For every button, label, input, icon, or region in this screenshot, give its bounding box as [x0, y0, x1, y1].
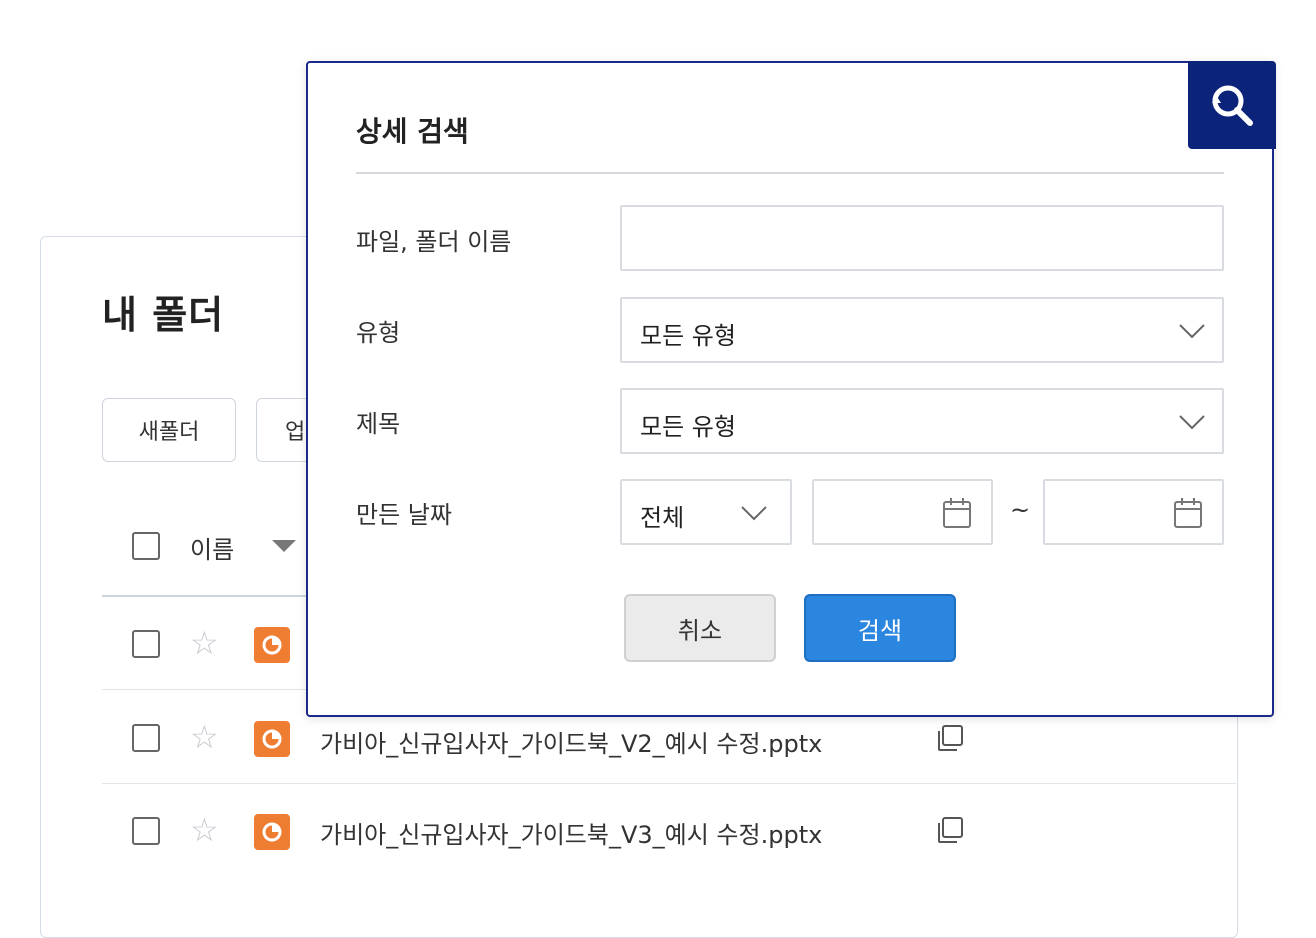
star-icon[interactable]: ☆ — [190, 627, 219, 659]
column-header-name[interactable]: 이름 — [190, 530, 234, 565]
calendar-icon[interactable] — [1173, 497, 1203, 529]
name-input[interactable] — [620, 205, 1224, 271]
subject-field-label: 제목 — [356, 410, 401, 438]
page-title: 내 폴더 — [102, 293, 225, 337]
search-button[interactable]: 검색 — [804, 594, 956, 662]
star-icon[interactable]: ☆ — [190, 814, 219, 846]
search-refresh-icon — [1212, 85, 1253, 126]
search-toggle-button[interactable] — [1188, 61, 1276, 149]
name-field-label: 파일, 폴더 이름 — [356, 228, 512, 256]
chevron-down-icon — [1179, 415, 1205, 430]
type-field-label: 유형 — [356, 319, 401, 347]
cancel-button[interactable]: 취소 — [624, 594, 776, 662]
file-name[interactable]: 가비아_신규입사자_가이드북_V2_예시 수정.pptx — [320, 724, 822, 759]
file-name[interactable]: 가비아_신규입사자_가이드북_V3_예시 수정.pptx — [320, 815, 822, 850]
modal-divider — [356, 172, 1224, 174]
date-separator: ~ — [1010, 496, 1031, 524]
pptx-file-icon — [254, 627, 290, 663]
date-range-select[interactable]: 전체 — [620, 479, 792, 545]
star-icon[interactable]: ☆ — [190, 721, 219, 753]
date-range-value: 전체 — [640, 504, 685, 532]
type-select[interactable]: 모든 유형 — [620, 297, 1224, 363]
row-checkbox[interactable] — [132, 630, 160, 658]
date-field-label: 만든 날짜 — [356, 501, 452, 529]
chevron-down-icon — [1179, 324, 1205, 339]
row-divider — [102, 783, 1236, 784]
date-to-input[interactable] — [1043, 479, 1224, 545]
row-checkbox[interactable] — [132, 817, 160, 845]
type-select-value: 모든 유형 — [640, 322, 736, 350]
date-from-input[interactable] — [812, 479, 993, 545]
copy-icon[interactable] — [934, 814, 966, 846]
calendar-icon[interactable] — [942, 497, 972, 529]
modal-title: 상세 검색 — [356, 115, 469, 148]
sort-caret-icon[interactable] — [272, 540, 296, 552]
pptx-file-icon — [254, 721, 290, 757]
copy-icon[interactable] — [934, 722, 966, 754]
select-all-checkbox[interactable] — [132, 532, 160, 560]
chevron-down-icon — [741, 506, 767, 521]
subject-select-value: 모든 유형 — [640, 413, 736, 441]
row-checkbox[interactable] — [132, 724, 160, 752]
subject-select[interactable]: 모든 유형 — [620, 388, 1224, 454]
pptx-file-icon — [254, 814, 290, 850]
new-folder-button[interactable]: 새폴더 — [102, 398, 236, 462]
